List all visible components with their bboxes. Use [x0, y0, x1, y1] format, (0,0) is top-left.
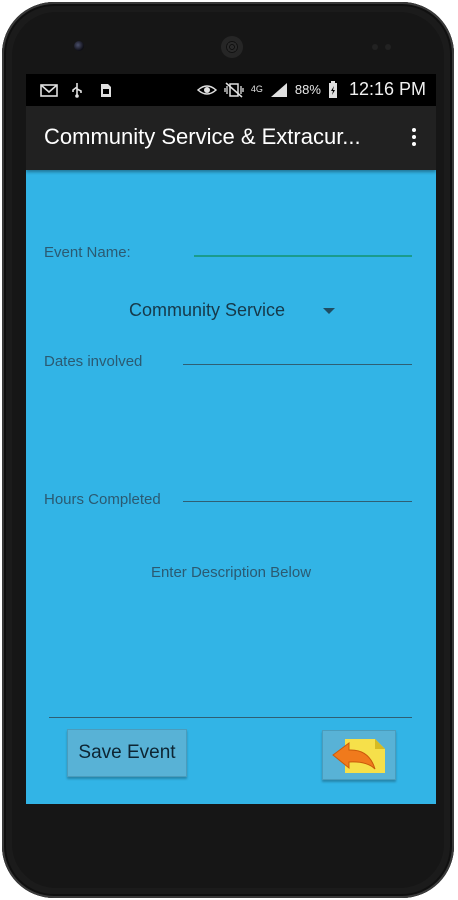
4g-icon: 4G: [250, 84, 263, 94]
hours-label: Hours Completed: [44, 491, 161, 508]
vibrate-icon: [224, 81, 244, 98]
phone-frame: 4G 88% 12:16 PM Community Service & Extr…: [2, 2, 454, 898]
action-bar: Community Service & Extracur...: [26, 106, 436, 170]
hours-input[interactable]: [183, 501, 412, 502]
dropdown-arrow-icon[interactable]: [323, 308, 335, 314]
usb-icon: [72, 83, 82, 98]
event-name-label: Event Name:: [44, 244, 131, 261]
description-input[interactable]: [49, 717, 412, 718]
description-hint: Enter Description Below: [150, 564, 312, 581]
eye-icon: [196, 84, 217, 95]
dates-label: Dates involved: [44, 353, 143, 370]
light-sensor: [385, 44, 391, 50]
proximity-sensor: [372, 44, 378, 50]
battery-percent: 88%: [294, 82, 321, 97]
category-spinner[interactable]: Community Service: [129, 300, 285, 321]
status-bar: 4G 88% 12:16 PM: [26, 74, 436, 106]
overflow-menu-icon[interactable]: [406, 126, 422, 150]
front-camera: [74, 41, 84, 51]
mail-icon: [40, 84, 58, 97]
back-button[interactable]: [322, 730, 396, 780]
save-event-button[interactable]: Save Event: [67, 729, 187, 777]
back-arrow-icon: [332, 739, 385, 773]
clock: 12:16 PM: [348, 79, 426, 99]
dates-input[interactable]: [183, 364, 412, 365]
app-title: Community Service & Extracur...: [44, 124, 361, 149]
earpiece-speaker: [221, 36, 243, 58]
app-screen: 4G 88% 12:16 PM Community Service & Extr…: [26, 74, 436, 804]
signal-icon: [270, 82, 287, 97]
sim-icon: [101, 84, 111, 97]
event-name-input[interactable]: [194, 255, 412, 257]
battery-icon: [328, 80, 337, 98]
